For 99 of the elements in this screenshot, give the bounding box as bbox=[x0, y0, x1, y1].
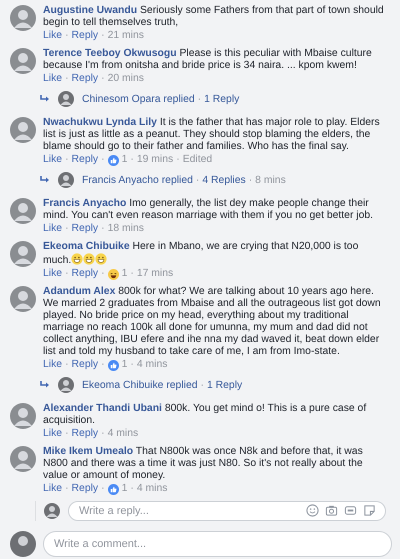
author-link[interactable]: Mike Ikem Umealo bbox=[43, 446, 134, 457]
reply-count-link[interactable]: 1 Reply bbox=[206, 380, 242, 390]
gif-icon[interactable] bbox=[344, 504, 357, 517]
sticker-icon[interactable] bbox=[363, 504, 376, 517]
avatar-icon[interactable] bbox=[10, 286, 36, 312]
replies-link[interactable]: Francis Anyacho replied bbox=[82, 174, 193, 186]
avatar-icon[interactable] bbox=[10, 117, 36, 143]
reply-arrow-icon bbox=[40, 95, 50, 103]
comment-text: Adandum Alex 800k for what? We are talking about 10 years ago here. We married 2 graduates from Mbaise and all the outrageous list got down played. No bride price on my head, everything about my traditional marriage no reach 100k all done for umunna, my mum and dad did not collect anything, IBU efere and ihe nna my dad waved it, beat down elder list and told my husband to take care of me, I am from Imo-state. bbox=[43, 286, 382, 358]
separator-dot: · bbox=[130, 154, 134, 166]
action-link[interactable]: Like bbox=[43, 428, 62, 440]
replies-link[interactable]: Chinesom Opara replied bbox=[82, 94, 195, 104]
action-link[interactable]: Like bbox=[43, 268, 62, 280]
separator-dot: · bbox=[101, 359, 105, 371]
avatar-icon[interactable] bbox=[58, 377, 74, 393]
author-link[interactable]: Ekeoma Chibuike bbox=[43, 241, 130, 252]
separator-dot: · bbox=[101, 30, 105, 42]
comment-text: Ekeoma Chibuike Here in Mbano, we are crying that N20,000 is too much. bbox=[43, 241, 360, 267]
camera-icon[interactable] bbox=[325, 504, 338, 517]
action-link[interactable]: Reply bbox=[72, 428, 98, 440]
timestamp: 21 mins bbox=[108, 30, 144, 42]
timestamp: 18 mins bbox=[108, 223, 144, 235]
action-link[interactable]: Like bbox=[43, 73, 62, 85]
edited-label: Edited bbox=[182, 154, 212, 166]
reaction-count: 1 bbox=[122, 483, 128, 495]
reply-arrow-icon bbox=[40, 381, 50, 389]
author-link[interactable]: Terence Teeboy Okwusogu bbox=[43, 48, 177, 59]
separator-dot: · bbox=[200, 380, 204, 390]
avatar-icon bbox=[10, 531, 36, 557]
action-link[interactable]: Like bbox=[43, 154, 62, 166]
timestamp: 19 mins bbox=[136, 154, 174, 166]
avatar-icon[interactable] bbox=[10, 403, 36, 429]
separator-dot: · bbox=[196, 174, 200, 186]
action-link[interactable]: Like bbox=[43, 483, 62, 495]
timestamp: 17 mins bbox=[136, 268, 174, 280]
avatar-icon[interactable] bbox=[10, 241, 36, 267]
separator-dot: · bbox=[65, 483, 69, 495]
action-link[interactable]: Reply bbox=[72, 73, 98, 85]
timestamp: 4 mins bbox=[136, 483, 168, 495]
separator-dot: · bbox=[176, 154, 180, 166]
separator-dot: · bbox=[101, 223, 105, 235]
comment-input-field[interactable]: Write a comment... bbox=[43, 531, 392, 557]
author-link[interactable]: Adandum Alex bbox=[43, 286, 116, 297]
timestamp: 20 mins bbox=[108, 73, 144, 85]
separator-dot: · bbox=[65, 223, 69, 235]
action-link[interactable]: Like bbox=[43, 359, 62, 371]
separator-dot: · bbox=[65, 73, 69, 85]
comment-text: Francis Anyacho Imo generally, the list dey make people change their mind. You can't even reason marriage with them if you no get better job. bbox=[43, 198, 374, 222]
action-link[interactable]: Like bbox=[43, 223, 62, 235]
reply-count-link[interactable]: 1 Reply bbox=[204, 94, 240, 104]
separator-dot: · bbox=[65, 359, 69, 371]
separator-dot: · bbox=[101, 73, 105, 85]
separator-dot: · bbox=[65, 154, 69, 166]
action-link[interactable]: Reply bbox=[72, 223, 98, 235]
reply-count-link[interactable]: 4 Replies bbox=[202, 174, 246, 186]
avatar-icon[interactable] bbox=[10, 48, 36, 74]
separator-dot: · bbox=[130, 359, 134, 371]
action-link[interactable]: Reply bbox=[72, 154, 98, 166]
reaction-count: 1 bbox=[122, 268, 128, 280]
separator-dot: · bbox=[101, 483, 105, 495]
comment-text: Terence Teeboy Okwusogu Please is this peculiar with Mbaise culture because I'm from onitsha and bride price is 34 naira. ... kpom kwem! bbox=[43, 48, 373, 72]
action-link[interactable]: Reply bbox=[72, 30, 98, 42]
comment-text: Nwachukwu Lynda Lily It is the father that has major role to play. Elders list is just as little as a peanut. They should stop blaming the elders, the blame should go to their father and families. Who has the final say. bbox=[43, 117, 381, 153]
separator-dot: · bbox=[248, 174, 252, 186]
separator-dot: · bbox=[198, 94, 202, 104]
smiley-icon[interactable] bbox=[306, 504, 319, 517]
separator-dot: · bbox=[65, 428, 69, 440]
separator-dot: · bbox=[65, 30, 69, 42]
separator-dot: · bbox=[101, 154, 105, 166]
action-link[interactable]: Reply bbox=[72, 483, 98, 495]
author-link[interactable]: Francis Anyacho bbox=[43, 198, 126, 209]
action-link[interactable]: Like bbox=[43, 30, 62, 42]
reaction-count: 1 bbox=[122, 154, 128, 166]
comment-text: Mike Ikem Umealo That N800k was once N8k and before that, it was N800 and there was a time it was just N80. So it's not really about the value or amount of money. bbox=[43, 446, 364, 482]
avatar-icon[interactable] bbox=[10, 446, 36, 472]
reply-arrow-icon bbox=[40, 176, 50, 184]
separator-dot: · bbox=[65, 268, 69, 280]
separator-dot: · bbox=[101, 428, 105, 440]
avatar-icon bbox=[44, 503, 60, 519]
avatar-icon[interactable] bbox=[58, 91, 74, 107]
reply-input-field[interactable]: Write a reply... bbox=[68, 501, 386, 521]
replies-link[interactable]: Ekeoma Chibuike replied bbox=[82, 380, 198, 390]
timestamp: 8 mins bbox=[255, 174, 286, 186]
action-link[interactable]: Reply bbox=[72, 268, 98, 280]
separator-dot: · bbox=[130, 483, 134, 495]
comment-text: Alexander Thandi Ubani 800k. You get mind o! This is a pure case of acquisition. bbox=[43, 403, 368, 427]
author-link[interactable]: Nwachukwu Lynda Lily bbox=[43, 117, 157, 128]
author-link[interactable]: Augustine Uwandu bbox=[43, 5, 138, 16]
author-link[interactable]: Alexander Thandi Ubani bbox=[43, 403, 162, 414]
timestamp: 4 mins bbox=[136, 359, 168, 371]
reaction-count: 1 bbox=[122, 359, 128, 371]
avatar-icon[interactable] bbox=[58, 172, 74, 188]
avatar-icon[interactable] bbox=[10, 198, 36, 224]
timestamp: 4 mins bbox=[108, 428, 138, 440]
comment-text: Augustine Uwandu Seriously some Fathers from that part of town should begin to tell themselves truth, bbox=[43, 5, 385, 29]
separator-dot: · bbox=[130, 268, 134, 280]
avatar-icon[interactable] bbox=[10, 5, 36, 31]
action-link[interactable]: Reply bbox=[72, 359, 98, 371]
separator-dot: · bbox=[101, 268, 105, 280]
